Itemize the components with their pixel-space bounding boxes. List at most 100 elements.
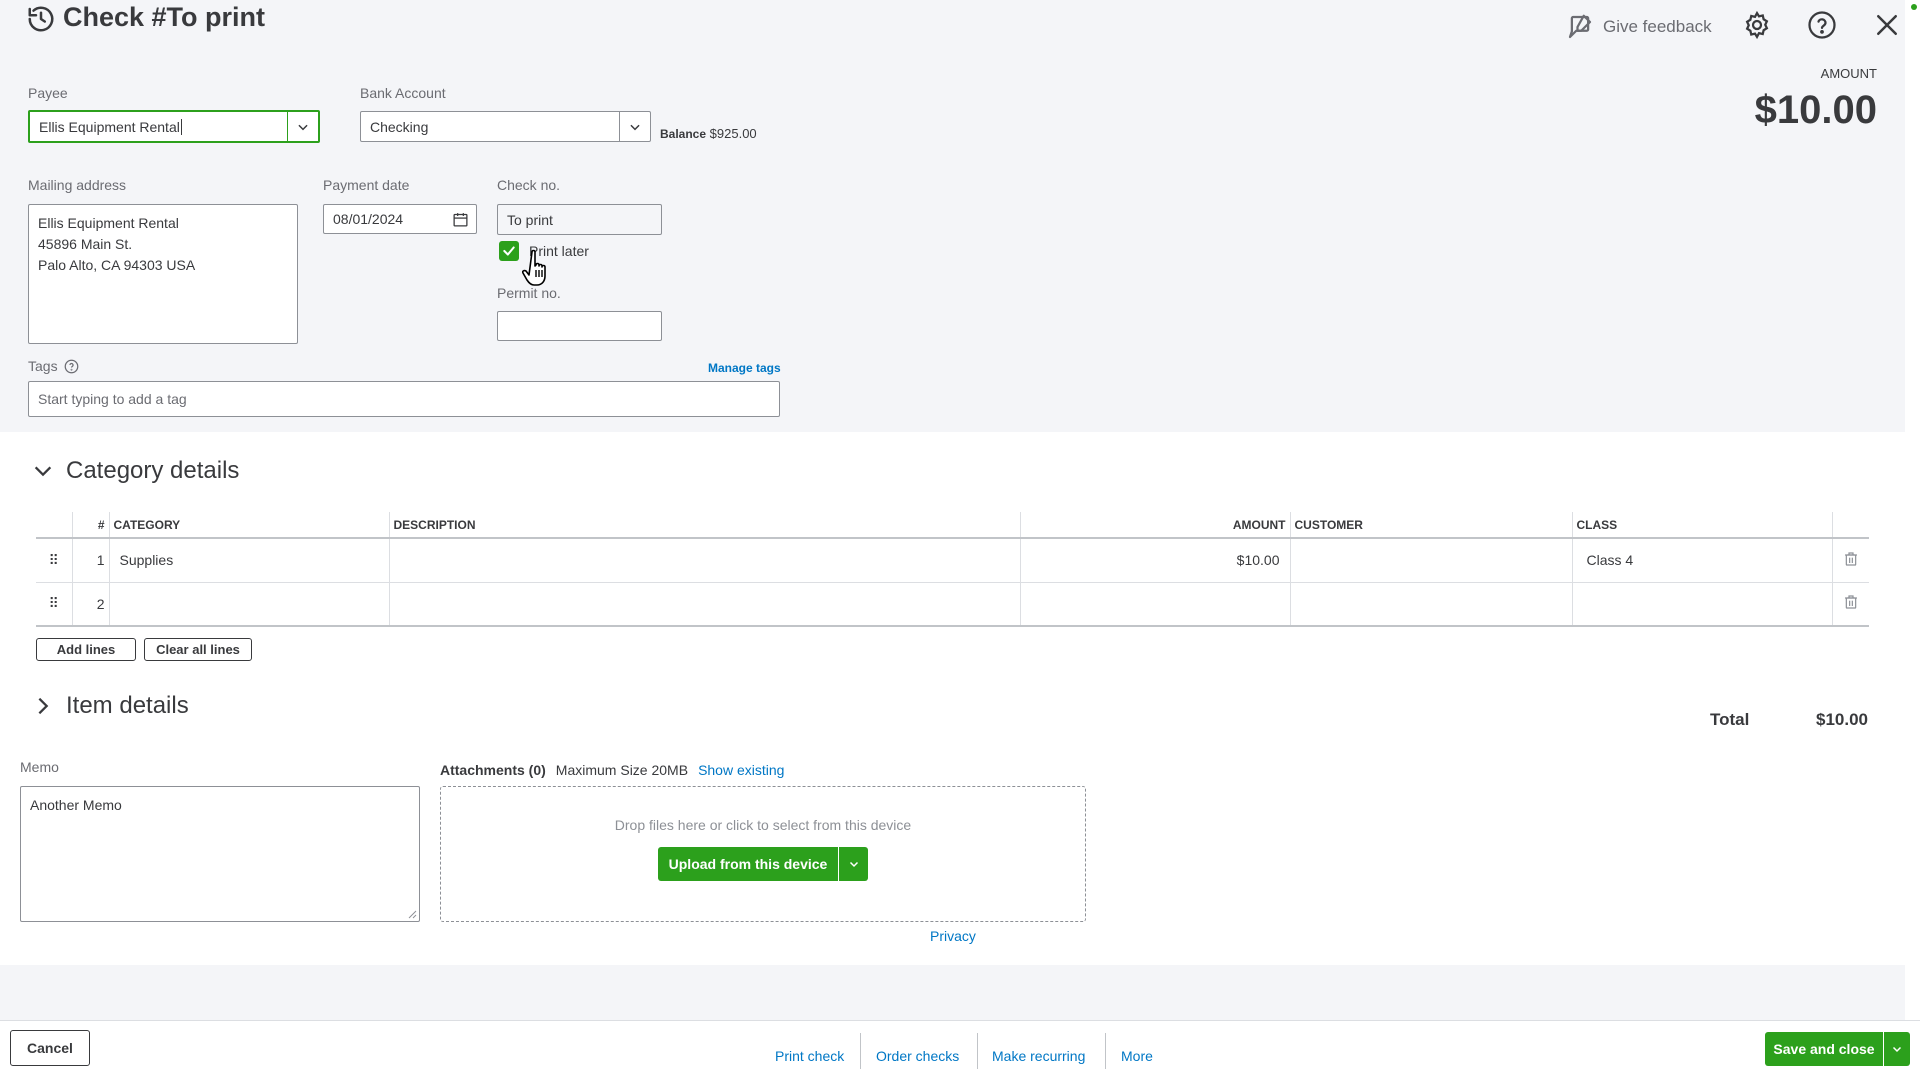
privacy-link[interactable]: Privacy [930, 928, 976, 944]
column-header: CATEGORY [108, 512, 389, 539]
balance-value: $925.00 [709, 126, 757, 141]
table-row: ⠿ 1 Supplies $10.00 Class 4 [36, 538, 1869, 583]
memo-label: Memo [20, 759, 59, 775]
category-details-title: Category details [66, 457, 240, 484]
total-label: Total [1710, 710, 1750, 729]
close-icon[interactable] [1872, 10, 1902, 40]
delete-line-button[interactable] [1831, 538, 1869, 583]
gear-icon[interactable] [1742, 10, 1772, 40]
page-title: Check #To print [63, 2, 266, 32]
attachments-label: Attachments (0) [440, 762, 546, 778]
bank-account-dropdown-button[interactable] [619, 112, 650, 141]
amount-cell[interactable]: $10.00 [1019, 538, 1290, 583]
upload-button[interactable]: Upload from this device [658, 847, 868, 881]
item-details-title: Item details [66, 692, 189, 719]
save-and-close-button[interactable]: Save and close [1765, 1032, 1910, 1066]
item-details-header[interactable]: Item details [32, 692, 189, 720]
delete-line-button[interactable] [1831, 582, 1869, 627]
column-header: CUSTOMER [1289, 512, 1572, 539]
make-recurring-link[interactable]: Make recurring [992, 1048, 1085, 1064]
save-options-dropdown-button[interactable] [1883, 1032, 1910, 1066]
footer-divider [977, 1033, 978, 1069]
attachments-max-size: Maximum Size 20MB [555, 762, 689, 778]
bank-account-value: Checking [370, 118, 429, 135]
category-cell[interactable] [108, 582, 389, 627]
class-cell[interactable]: Class 4 [1571, 538, 1832, 583]
manage-tags-link[interactable]: Manage tags [708, 361, 781, 375]
category-details-header[interactable]: Category details [32, 457, 239, 485]
footer-divider [1105, 1033, 1106, 1069]
description-cell[interactable] [388, 582, 1020, 627]
check-no-value: To print [507, 211, 553, 228]
payment-date-label: Payment date [323, 177, 410, 193]
tags-input[interactable]: Start typing to add a tag [28, 381, 780, 417]
payment-date-field[interactable]: 08/01/2024 [323, 204, 477, 234]
description-cell[interactable] [388, 538, 1020, 583]
bank-account-select[interactable]: Checking [360, 111, 651, 142]
text-cursor [180, 118, 182, 135]
drag-handle-icon[interactable]: ⠿ [36, 538, 72, 583]
column-header: AMOUNT [1019, 512, 1290, 539]
category-lines-table: # CATEGORY DESCRIPTION AMOUNT CUSTOMER C… [36, 512, 1869, 627]
help-icon[interactable] [1807, 10, 1837, 40]
customer-cell[interactable] [1289, 538, 1572, 583]
add-lines-button[interactable]: Add lines [36, 638, 136, 661]
payee-dropdown-button[interactable] [287, 112, 318, 141]
drag-handle-icon[interactable]: ⠿ [36, 582, 72, 627]
more-link[interactable]: More [1121, 1048, 1153, 1064]
footer-divider [860, 1033, 861, 1069]
column-header: DESCRIPTION [388, 512, 1020, 539]
calendar-icon[interactable] [452, 211, 469, 228]
footer-spacer [0, 965, 1905, 1020]
clear-all-lines-button[interactable]: Clear all lines [144, 638, 252, 661]
scrollbar[interactable] [1905, 0, 1920, 1020]
column-header [36, 512, 72, 539]
permit-no-input[interactable] [497, 311, 662, 341]
give-feedback-button[interactable]: Give feedback [1565, 12, 1712, 42]
hand-cursor-icon [522, 249, 546, 286]
bank-account-label: Bank Account [360, 85, 446, 101]
address-line: Palo Alto, CA 94303 USA [38, 257, 196, 273]
upload-dropdown-button[interactable] [838, 847, 868, 881]
tags-label-group: Tags [28, 358, 79, 374]
chevron-down-icon [298, 124, 308, 130]
chevron-down-icon [1892, 1046, 1902, 1053]
payment-date-value: 08/01/2024 [333, 211, 404, 227]
status-dot [1911, 4, 1917, 10]
line-number: 2 [71, 582, 109, 627]
amount-cell[interactable] [1019, 582, 1290, 627]
chevron-down-icon [630, 124, 640, 130]
payee-label: Payee [28, 85, 68, 101]
check-no-field[interactable]: To print [497, 204, 662, 235]
mailing-address-input[interactable]: Ellis Equipment Rental 45896 Main St. Pa… [28, 204, 298, 344]
cancel-button[interactable]: Cancel [10, 1030, 90, 1066]
payee-value: Ellis Equipment Rental [39, 118, 180, 135]
show-existing-link[interactable]: Show existing [698, 762, 784, 778]
info-icon[interactable] [64, 359, 79, 374]
feedback-icon [1568, 14, 1592, 39]
history-icon[interactable] [26, 4, 56, 34]
order-checks-link[interactable]: Order checks [876, 1048, 959, 1064]
print-check-link[interactable]: Print check [775, 1048, 844, 1064]
table-row: ⠿ 2 [36, 582, 1869, 627]
chevron-down-icon [849, 861, 858, 868]
balance-label: Balance [660, 127, 707, 141]
tags-label: Tags [28, 358, 58, 374]
chevron-down-icon [34, 466, 52, 477]
trash-icon [1844, 595, 1857, 609]
footer-bar: Cancel Print check Order checks Make rec… [0, 1020, 1920, 1080]
drop-zone-text: Drop files here or click to select from … [614, 817, 912, 833]
mailing-address-label: Mailing address [28, 177, 127, 193]
column-header: # [71, 512, 109, 539]
attachments-header: Attachments (0) Maximum Size 20MB Show e… [440, 762, 784, 778]
payee-field[interactable]: Ellis Equipment Rental [28, 110, 320, 143]
table-header-row: # CATEGORY DESCRIPTION AMOUNT CUSTOMER C… [36, 512, 1869, 539]
resize-handle-icon[interactable] [407, 909, 417, 919]
customer-cell[interactable] [1289, 582, 1572, 627]
class-cell[interactable] [1571, 582, 1832, 627]
print-later-checkbox[interactable] [499, 241, 519, 261]
total-value: $10.00 [1816, 710, 1868, 729]
category-cell[interactable]: Supplies [108, 538, 389, 583]
memo-input[interactable]: Another Memo [20, 786, 420, 922]
give-feedback-label: Give feedback [1603, 17, 1712, 36]
